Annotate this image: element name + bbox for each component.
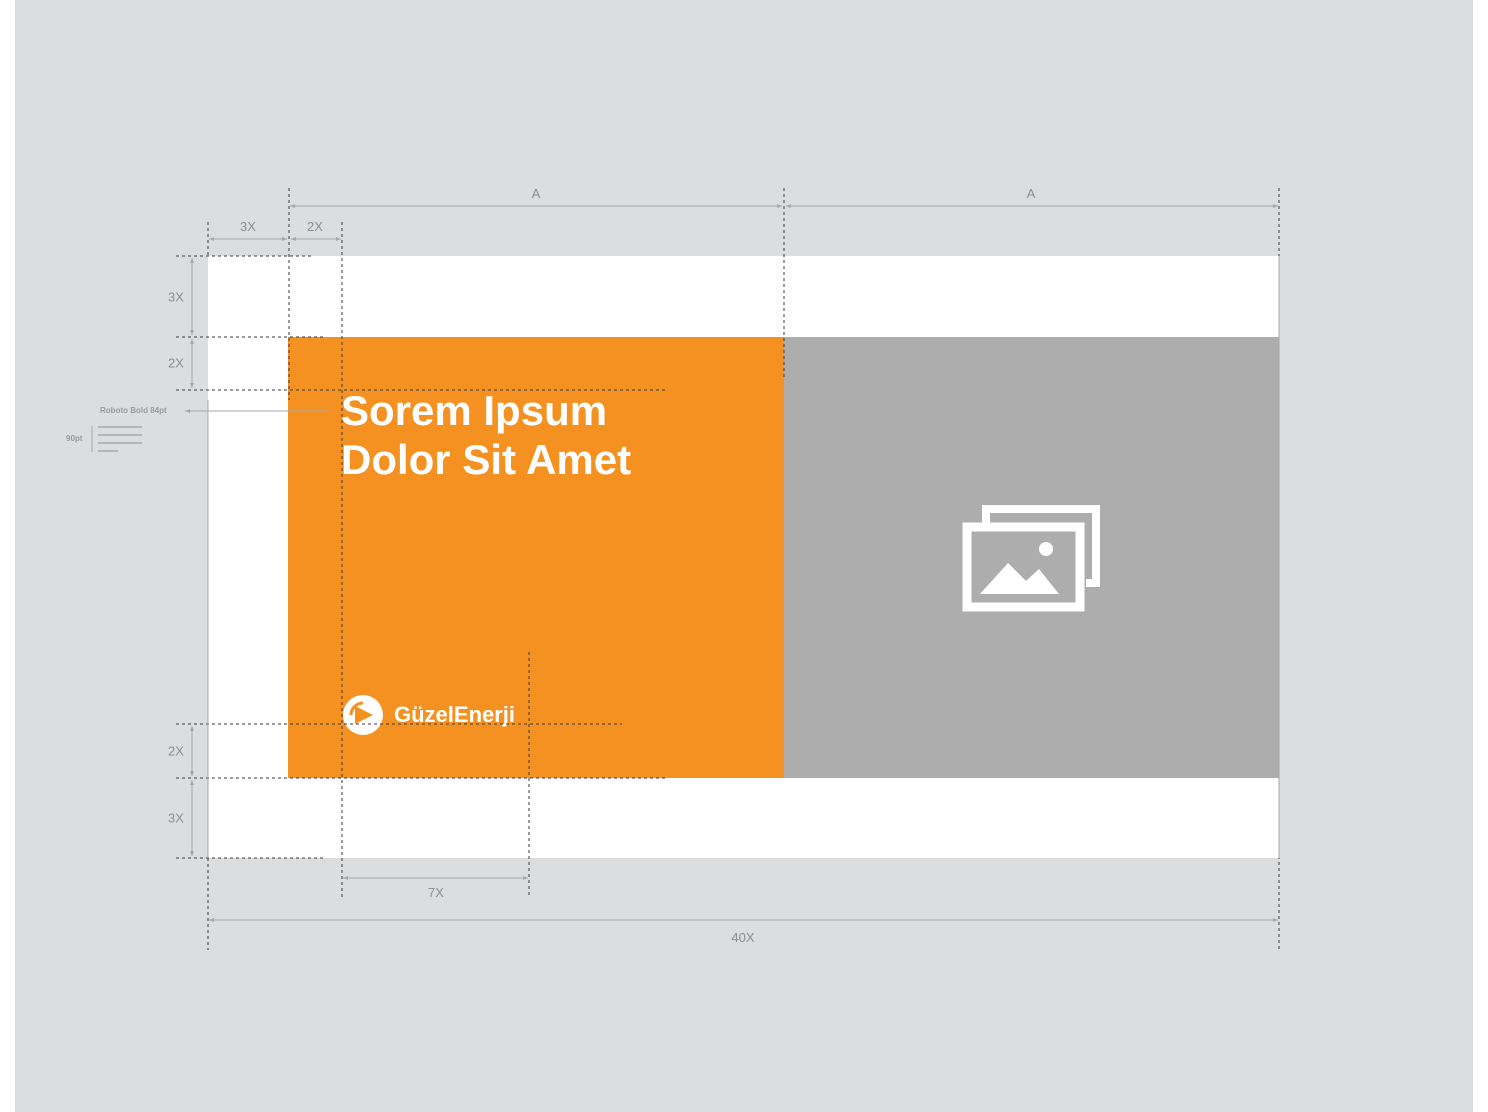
logo-wordmark: GüzelEnerji — [394, 702, 516, 727]
headline-line-1: Sorem Ipsum — [341, 387, 608, 434]
headline: Sorem Ipsum Dolor Sit Amet — [341, 386, 741, 484]
dim-margin-left-2x: 2X — [307, 219, 323, 234]
dim-a-left: A — [531, 186, 541, 201]
image-placeholder-icon — [962, 505, 1100, 612]
dim-margin-bottom-3x: 3X — [168, 810, 184, 826]
headline-line-2: Dolor Sit Amet — [341, 436, 632, 483]
font-spec-note: Roboto Bold 84pt — [100, 406, 167, 415]
leading-spec-note: 90pt — [66, 434, 83, 443]
dim-margin-bottom-2x: 2X — [168, 743, 184, 759]
dim-logo-width-7x: 7X — [428, 885, 444, 900]
logo-mark-icon — [343, 695, 383, 735]
dim-a-right: A — [1026, 186, 1036, 201]
dim-total-width-40x: 40X — [731, 930, 755, 945]
dim-margin-left-3x: 3X — [240, 219, 256, 234]
dim-margin-top-3x: 3X — [168, 289, 184, 305]
dim-margin-top-2x: 2X — [168, 355, 184, 371]
